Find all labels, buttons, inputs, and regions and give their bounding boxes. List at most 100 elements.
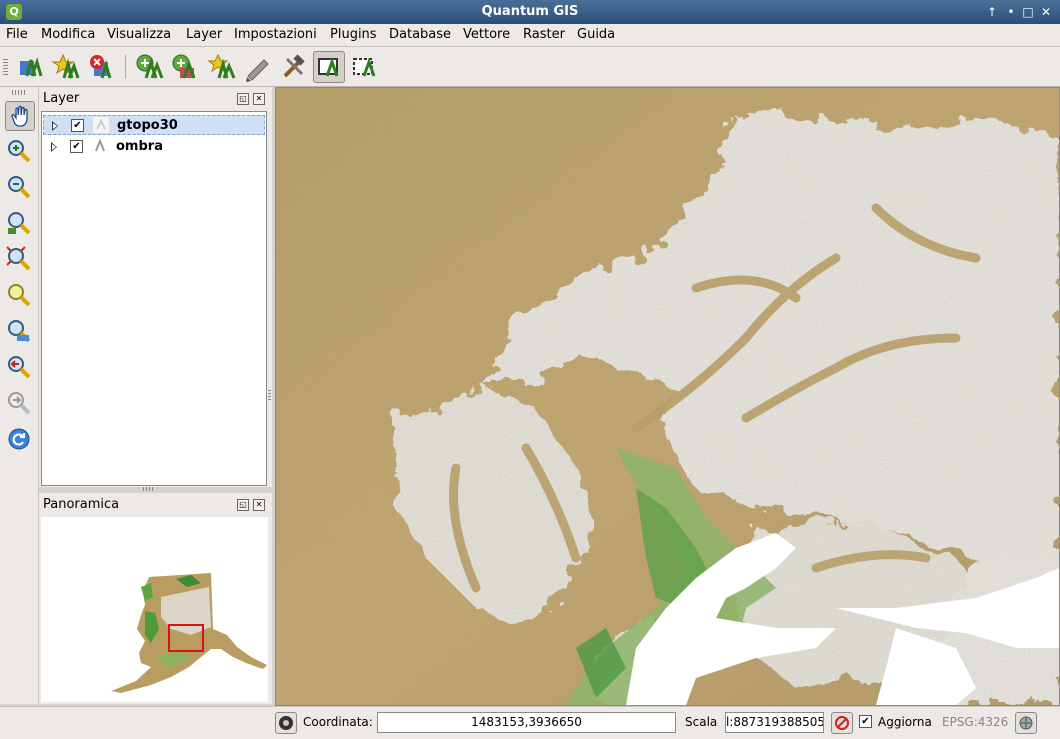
zoom-last-icon [8, 356, 31, 379]
map-tips-icon [318, 57, 339, 77]
remove-layer-icon [90, 55, 112, 79]
overview-icon [353, 57, 376, 77]
menu-raster[interactable]: Raster [523, 27, 565, 42]
digitize-icon [246, 59, 269, 82]
menu-bar: File Modifica Visualizza Layer Impostazi… [0, 24, 1060, 47]
projection-button[interactable] [1015, 712, 1037, 734]
menu-guida[interactable]: Guida [577, 27, 615, 42]
toolbar-grip[interactable] [3, 59, 8, 75]
scale-label: Scala [685, 715, 718, 729]
menu-file[interactable]: File [6, 27, 28, 42]
render-checkbox[interactable]: ✔ [859, 715, 872, 728]
add-wfs-layer-icon [207, 53, 236, 79]
refresh-icon [8, 428, 30, 450]
map-tips-button[interactable] [313, 51, 345, 83]
zoom-last-button[interactable] [5, 353, 33, 381]
zoom-in-icon [8, 140, 31, 163]
float-panel-button[interactable]: ◱ [237, 93, 249, 105]
add-wms-layer-button[interactable] [170, 52, 200, 82]
float-panel-button[interactable]: ◱ [237, 499, 249, 511]
raster-layer-icon [95, 138, 105, 152]
expand-arrow-icon[interactable] [52, 121, 58, 131]
scale-field[interactable]: l:887319388505 [725, 712, 824, 733]
remove-layer-button[interactable] [86, 52, 116, 82]
menu-modifica[interactable]: Modifica [41, 27, 95, 42]
layer-name: gtopo30 [117, 118, 178, 133]
projection-globe-icon [1019, 716, 1033, 730]
terrain-map-image [276, 88, 1059, 705]
zoom-full-icon [8, 212, 31, 235]
layers-panel-title: Layer [43, 91, 80, 106]
add-wfs-layer-button[interactable] [206, 52, 236, 82]
layer-visibility-checkbox[interactable]: ✔ [70, 140, 83, 153]
overview-panel: Panoramica ◱ ✕ [39, 493, 272, 704]
pan-icon [11, 105, 28, 127]
tools-button[interactable] [278, 52, 308, 82]
window-title: Quantum GIS [481, 4, 579, 19]
close-button[interactable]: ✕ [1038, 4, 1054, 20]
zoom-actual-button[interactable] [5, 317, 33, 345]
new-shapefile-button[interactable] [134, 52, 164, 82]
menu-visualizza[interactable]: Visualizza [107, 27, 171, 42]
stop-render-button[interactable] [831, 712, 853, 734]
map-canvas[interactable] [275, 87, 1060, 706]
coordinate-field[interactable]: 1483153,3936650 [377, 712, 676, 733]
layer-row-ombra[interactable]: ✔ ombra [43, 137, 265, 157]
menu-impostazioni[interactable]: Impostazioni [234, 27, 317, 42]
alaska-overview-image [111, 573, 267, 693]
zoom-layer-icon [8, 284, 31, 307]
close-panel-button[interactable]: ✕ [253, 93, 265, 105]
layer-visibility-checkbox[interactable]: ✔ [71, 119, 84, 132]
render-label: Aggiorna [878, 715, 932, 729]
zoom-next-icon [8, 392, 31, 415]
add-vector-layer-icon [20, 57, 43, 77]
tools-icon [283, 54, 305, 78]
keep-above-icon[interactable]: ↑ [984, 4, 1000, 20]
overview-map[interactable] [41, 517, 268, 702]
refresh-button[interactable] [5, 425, 33, 453]
layer-name: ombra [116, 139, 163, 154]
expand-arrow-icon[interactable] [51, 142, 57, 152]
zoom-selection-button[interactable] [5, 245, 33, 273]
minimize-button[interactable]: • [1003, 4, 1019, 20]
layer-tree[interactable]: ✔ gtopo30 ✔ ombra [41, 111, 267, 486]
overview-button[interactable] [350, 52, 380, 82]
dock-splitter[interactable] [268, 390, 271, 402]
panel-splitter[interactable] [143, 487, 153, 491]
add-raster-layer-icon [51, 53, 80, 79]
pan-button[interactable] [5, 101, 35, 131]
zoom-selection-icon [6, 246, 31, 271]
add-vector-layer-button[interactable] [15, 52, 45, 82]
messages-button[interactable] [275, 712, 297, 734]
plugin-messages-icon [279, 716, 293, 730]
zoom-layer-button[interactable] [5, 281, 33, 309]
digitize-button[interactable] [242, 52, 272, 82]
add-wms-layer-icon [172, 54, 196, 79]
stop-render-icon [835, 716, 849, 730]
zoom-out-icon [8, 176, 31, 199]
map-navigation-toolbar [0, 87, 39, 704]
title-bar: Q Quantum GIS ↑ • □ ✕ [0, 0, 1060, 25]
overview-panel-title: Panoramica [43, 497, 120, 512]
zoom-next-button[interactable] [5, 389, 33, 417]
menu-database[interactable]: Database [389, 27, 451, 42]
menu-layer[interactable]: Layer [186, 27, 222, 42]
coordinate-label: Coordinata: [303, 715, 373, 729]
raster-layer-icon [93, 117, 109, 133]
menu-vettore[interactable]: Vettore [463, 27, 510, 42]
new-shapefile-icon [136, 54, 164, 79]
close-panel-button[interactable]: ✕ [253, 499, 265, 511]
maximize-button[interactable]: □ [1020, 4, 1036, 20]
layer-row-gtopo30[interactable]: ✔ gtopo30 [43, 115, 265, 135]
toolbar-separator [125, 55, 126, 79]
toolbar-grip[interactable] [12, 90, 26, 95]
status-bar: Coordinata: 1483153,3936650 Scala l:8873… [0, 706, 1060, 739]
add-raster-layer-button[interactable] [50, 52, 80, 82]
zoom-out-button[interactable] [5, 173, 33, 201]
zoom-in-button[interactable] [5, 137, 33, 165]
zoom-full-button[interactable] [5, 209, 33, 237]
main-toolbar [0, 47, 1060, 87]
crs-label[interactable]: EPSG:4326 [942, 715, 1008, 729]
menu-plugins[interactable]: Plugins [330, 27, 377, 42]
zoom-actual-icon [8, 320, 31, 343]
